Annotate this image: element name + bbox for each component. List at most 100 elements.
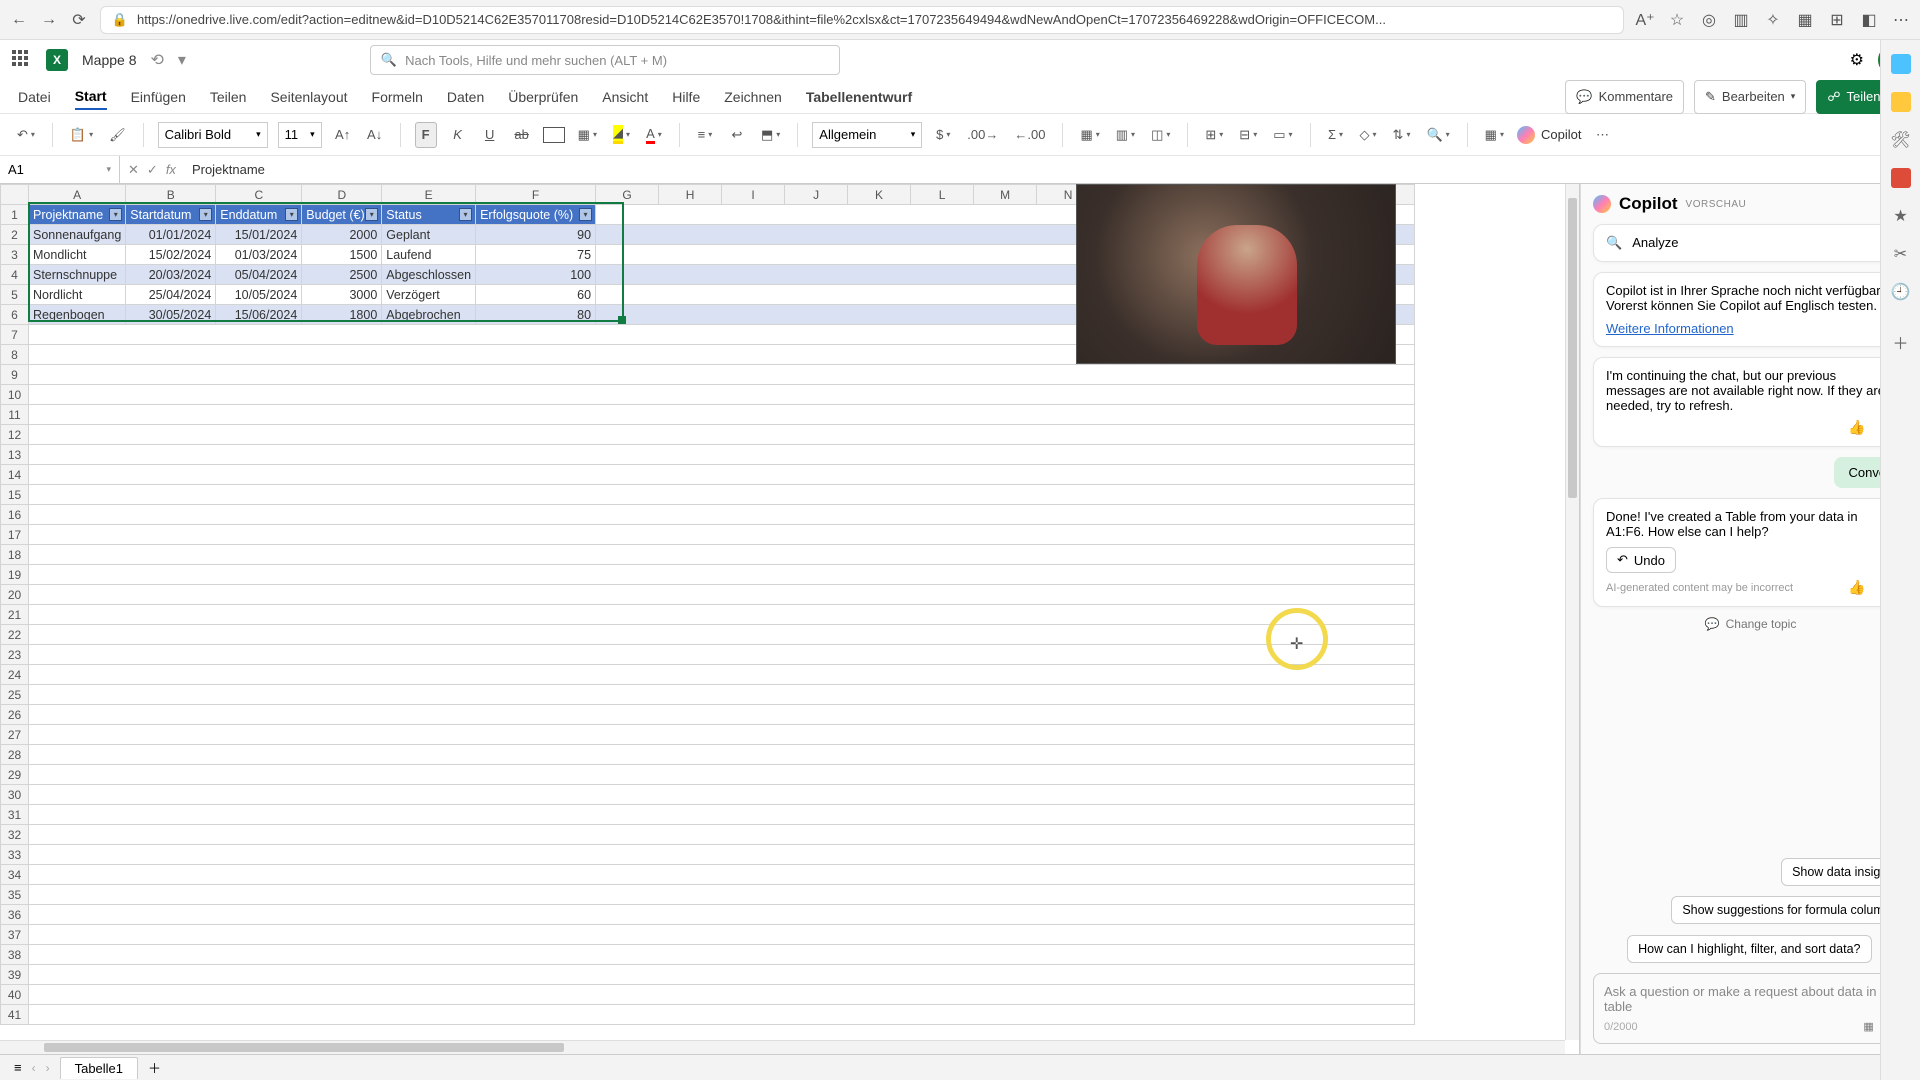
vertical-scrollbar[interactable] (1565, 184, 1579, 1040)
underline-button[interactable]: U (479, 122, 501, 148)
autosum-button[interactable]: Σ (1325, 122, 1347, 148)
row-header[interactable]: 7 (1, 325, 29, 345)
tab-ueberpruefen[interactable]: Überprüfen (508, 85, 578, 109)
scrollbar-thumb[interactable] (1568, 198, 1577, 498)
tab-einfuegen[interactable]: Einfügen (131, 85, 186, 109)
refresh-icon[interactable]: ⟳ (70, 11, 88, 29)
filter-icon[interactable]: ▾ (459, 208, 472, 221)
tab-ansicht[interactable]: Ansicht (602, 85, 648, 109)
row-header[interactable]: 22 (1, 625, 29, 645)
thumbs-up-icon[interactable]: 👍 (1848, 579, 1865, 596)
col-header[interactable]: J (785, 185, 848, 205)
more-info-link[interactable]: Weitere Informationen (1606, 321, 1734, 336)
text-size-icon[interactable]: A⁺ (1636, 11, 1654, 29)
more-icon[interactable]: ⋯ (1892, 11, 1910, 29)
row-header[interactable]: 23 (1, 645, 29, 665)
row-header[interactable]: 17 (1, 525, 29, 545)
currency-button[interactable]: $ (932, 122, 954, 148)
suggestion-3[interactable]: How can I highlight, filter, and sort da… (1627, 935, 1871, 963)
history-icon[interactable]: 🕘 (1891, 282, 1911, 302)
fx-icon[interactable]: fx (166, 162, 176, 177)
col-header[interactable]: K (848, 185, 911, 205)
row-header[interactable]: 37 (1, 925, 29, 945)
bing-icon[interactable] (1891, 92, 1911, 112)
row-header[interactable]: 13 (1, 445, 29, 465)
row-header[interactable]: 24 (1, 665, 29, 685)
header-cell[interactable]: Startdatum▾ (126, 205, 216, 225)
row-header[interactable]: 21 (1, 605, 29, 625)
tab-zeichnen[interactable]: Zeichnen (724, 85, 782, 109)
borders-button[interactable]: ▦ (575, 122, 600, 148)
grid-ref-icon[interactable]: ▦ (1863, 1020, 1873, 1033)
horizontal-scrollbar[interactable] (0, 1040, 1565, 1054)
favorites-icon[interactable]: ✧ (1764, 11, 1782, 29)
col-header[interactable]: H (659, 185, 722, 205)
filter-icon[interactable]: ▾ (579, 208, 592, 221)
row-header[interactable]: 35 (1, 885, 29, 905)
header-cell[interactable]: Projektname▾ (29, 205, 126, 225)
sync-icon[interactable]: ◎ (1700, 11, 1718, 29)
document-name[interactable]: Mappe 8 (82, 52, 136, 68)
delete-cells-button[interactable]: ⊟ (1236, 122, 1260, 148)
row-header[interactable]: 33 (1, 845, 29, 865)
comments-button[interactable]: 💬Kommentare (1565, 80, 1684, 114)
extension-icon[interactable]: ⊞ (1828, 11, 1846, 29)
font-size-select[interactable]: 11▾ (278, 122, 322, 148)
cell-style-button[interactable]: ◫ (1148, 122, 1173, 148)
app-launcher-icon[interactable] (12, 50, 32, 70)
chevron-down-icon[interactable]: ▾ (178, 50, 186, 70)
forward-icon[interactable]: → (40, 11, 58, 29)
menu-icon[interactable]: ≡ (14, 1060, 22, 1075)
header-cell[interactable]: Budget (€)▾ (302, 205, 382, 225)
row-header[interactable]: 19 (1, 565, 29, 585)
paste-button[interactable]: 📋 (67, 122, 96, 148)
row-header[interactable]: 34 (1, 865, 29, 885)
col-header[interactable]: L (911, 185, 974, 205)
row-header[interactable]: 40 (1, 985, 29, 1005)
split-icon[interactable]: ▥ (1732, 11, 1750, 29)
undo-button[interactable]: ↶ (14, 122, 38, 148)
select-all-corner[interactable] (1, 185, 29, 205)
filter-icon[interactable]: ▾ (285, 208, 298, 221)
cancel-formula-icon[interactable]: ✕ (128, 162, 139, 178)
col-header[interactable]: F (476, 185, 596, 205)
tab-datei[interactable]: Datei (18, 85, 51, 109)
row-header[interactable]: 4 (1, 265, 29, 285)
sort-filter-button[interactable]: ⇅ (1390, 122, 1414, 148)
row-header[interactable]: 12 (1, 425, 29, 445)
increase-decimal-button[interactable]: .00→ (964, 122, 1001, 148)
format-painter-button[interactable]: 🖌 (106, 122, 129, 148)
row-header[interactable]: 28 (1, 745, 29, 765)
shrink-font-button[interactable]: A↓ (364, 122, 386, 148)
analyze-card[interactable]: 🔍 Analyze (1593, 224, 1908, 262)
italic-button[interactable]: K (447, 122, 469, 148)
col-header[interactable]: G (596, 185, 659, 205)
suggestion-2[interactable]: Show suggestions for formula columns (1671, 896, 1908, 924)
col-header[interactable]: A (29, 185, 126, 205)
row-header[interactable]: 31 (1, 805, 29, 825)
address-bar[interactable]: 🔒 https://onedrive.live.com/edit?action=… (100, 6, 1624, 34)
col-header[interactable]: E (382, 185, 476, 205)
col-header[interactable]: B (126, 185, 216, 205)
sheet-tab[interactable]: Tabelle1 (60, 1057, 138, 1079)
row-header[interactable]: 18 (1, 545, 29, 565)
grow-font-button[interactable]: A↑ (332, 122, 354, 148)
fill-handle[interactable] (618, 316, 626, 324)
row-header[interactable]: 11 (1, 405, 29, 425)
filter-icon[interactable]: ▾ (365, 208, 378, 221)
tab-daten[interactable]: Daten (447, 85, 484, 109)
row-header[interactable]: 9 (1, 365, 29, 385)
row-header[interactable]: 32 (1, 825, 29, 845)
tab-teilen[interactable]: Teilen (210, 85, 247, 109)
search-box[interactable]: 🔍 Nach Tools, Hilfe und mehr suchen (ALT… (370, 45, 840, 75)
more-button[interactable]: ⋯ (1591, 122, 1613, 148)
thumbs-up-icon[interactable]: 👍 (1848, 419, 1865, 436)
add-icon[interactable]: ＋ (1892, 330, 1908, 354)
double-underline-button[interactable] (543, 127, 565, 143)
tab-seitenlayout[interactable]: Seitenlayout (270, 85, 347, 109)
row-header[interactable]: 38 (1, 945, 29, 965)
row-header[interactable]: 3 (1, 245, 29, 265)
row-header[interactable]: 2 (1, 225, 29, 245)
back-icon[interactable]: ← (10, 11, 28, 29)
name-box[interactable]: A1▾ (0, 156, 120, 183)
